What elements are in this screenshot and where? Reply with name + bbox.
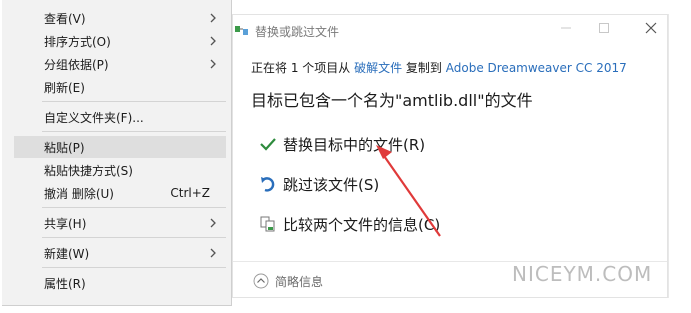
file-transfer-icon bbox=[235, 26, 248, 35]
chevron-up-icon bbox=[253, 273, 269, 289]
maximize-icon[interactable] bbox=[598, 22, 610, 34]
context-menu: 查看(V) 排序方式(O) 分组依据(P) 刷新(E) 自定义文件夹(F)...… bbox=[2, 0, 232, 306]
close-icon[interactable] bbox=[645, 22, 657, 34]
menu-item-undo-delete[interactable]: 撤消 删除(U) Ctrl+Z bbox=[14, 182, 226, 204]
compare-files-option[interactable]: 比较两个文件的信息(C) bbox=[259, 211, 440, 237]
dialog-title: 替换或跳过文件 bbox=[255, 25, 340, 39]
chevron-right-icon bbox=[210, 59, 216, 69]
menu-item-new[interactable]: 新建(W) bbox=[14, 242, 226, 264]
chevron-right-icon bbox=[210, 13, 216, 23]
menu-item-label: 新建(W) bbox=[44, 246, 90, 261]
option-label: 跳过该文件(S) bbox=[283, 175, 380, 194]
checkmark-icon bbox=[260, 138, 276, 151]
window-edge bbox=[668, 14, 674, 298]
menu-item-label: 粘贴快捷方式(S) bbox=[44, 163, 133, 178]
menu-item-share[interactable]: 共享(H) bbox=[14, 212, 226, 234]
menu-item-label: 属性(R) bbox=[44, 276, 86, 291]
compare-icon bbox=[260, 216, 275, 232]
menu-item-label: 排序方式(O) bbox=[44, 34, 111, 49]
source-folder-link[interactable]: 破解文件 bbox=[354, 61, 402, 75]
menu-separator bbox=[42, 131, 226, 132]
menu-item-group[interactable]: 分组依据(P) bbox=[14, 53, 226, 75]
menu-separator bbox=[42, 101, 226, 102]
menu-item-paste-shortcut[interactable]: 粘贴快捷方式(S) bbox=[14, 159, 226, 181]
skip-file-option[interactable]: 跳过该文件(S) bbox=[259, 171, 379, 197]
menu-item-label: 自定义文件夹(F)... bbox=[44, 110, 144, 125]
replace-file-option[interactable]: 替换目标中的文件(R) bbox=[259, 131, 425, 157]
menu-item-label: 粘贴(P) bbox=[44, 140, 85, 155]
chevron-right-icon bbox=[210, 36, 216, 46]
chevron-right-icon bbox=[210, 218, 216, 228]
menu-separator bbox=[42, 207, 226, 208]
menu-item-label: 刷新(E) bbox=[44, 80, 85, 95]
copy-middle: 复制到 bbox=[402, 61, 446, 75]
menu-separator bbox=[42, 237, 226, 238]
watermark: NICEYM.COM bbox=[512, 262, 653, 286]
dialog-heading: 目标已包含一个名为"amtlib.dll"的文件 bbox=[251, 91, 533, 110]
skip-icon bbox=[261, 177, 275, 192]
details-label: 简略信息 bbox=[275, 274, 324, 289]
menu-item-refresh[interactable]: 刷新(E) bbox=[14, 76, 226, 98]
copy-status: 正在将 1 个项目从 破解文件 复制到 Adobe Dreamweaver CC… bbox=[251, 59, 627, 76]
menu-item-label: 分组依据(P) bbox=[44, 57, 109, 72]
chevron-right-icon bbox=[210, 248, 216, 258]
menu-separator bbox=[42, 267, 226, 268]
menu-item-label: 共享(H) bbox=[44, 216, 87, 231]
menu-item-sort[interactable]: 排序方式(O) bbox=[14, 30, 226, 52]
minimize-icon[interactable] bbox=[560, 22, 572, 34]
option-label: 比较两个文件的信息(C) bbox=[283, 215, 441, 234]
menu-item-label: 撤消 删除(U) bbox=[44, 186, 114, 201]
option-label: 替换目标中的文件(R) bbox=[283, 135, 426, 154]
menu-item-paste[interactable]: 粘贴(P) bbox=[14, 136, 226, 158]
destination-folder-link[interactable]: Adobe Dreamweaver CC 2017 bbox=[446, 61, 627, 75]
menu-item-shortcut: Ctrl+Z bbox=[170, 186, 210, 200]
menu-item-label: 查看(V) bbox=[44, 11, 86, 26]
fewer-details-toggle[interactable]: 简略信息 bbox=[253, 271, 323, 291]
menu-item-properties[interactable]: 属性(R) bbox=[14, 272, 226, 294]
copy-prefix: 正在将 1 个项目从 bbox=[251, 61, 355, 75]
menu-item-view[interactable]: 查看(V) bbox=[14, 7, 226, 29]
menu-item-customize-folder[interactable]: 自定义文件夹(F)... bbox=[14, 106, 226, 128]
replace-or-skip-dialog: 替换或跳过文件 正在将 1 个项目从 破解文件 复制到 Adobe Dreamw… bbox=[232, 14, 668, 298]
